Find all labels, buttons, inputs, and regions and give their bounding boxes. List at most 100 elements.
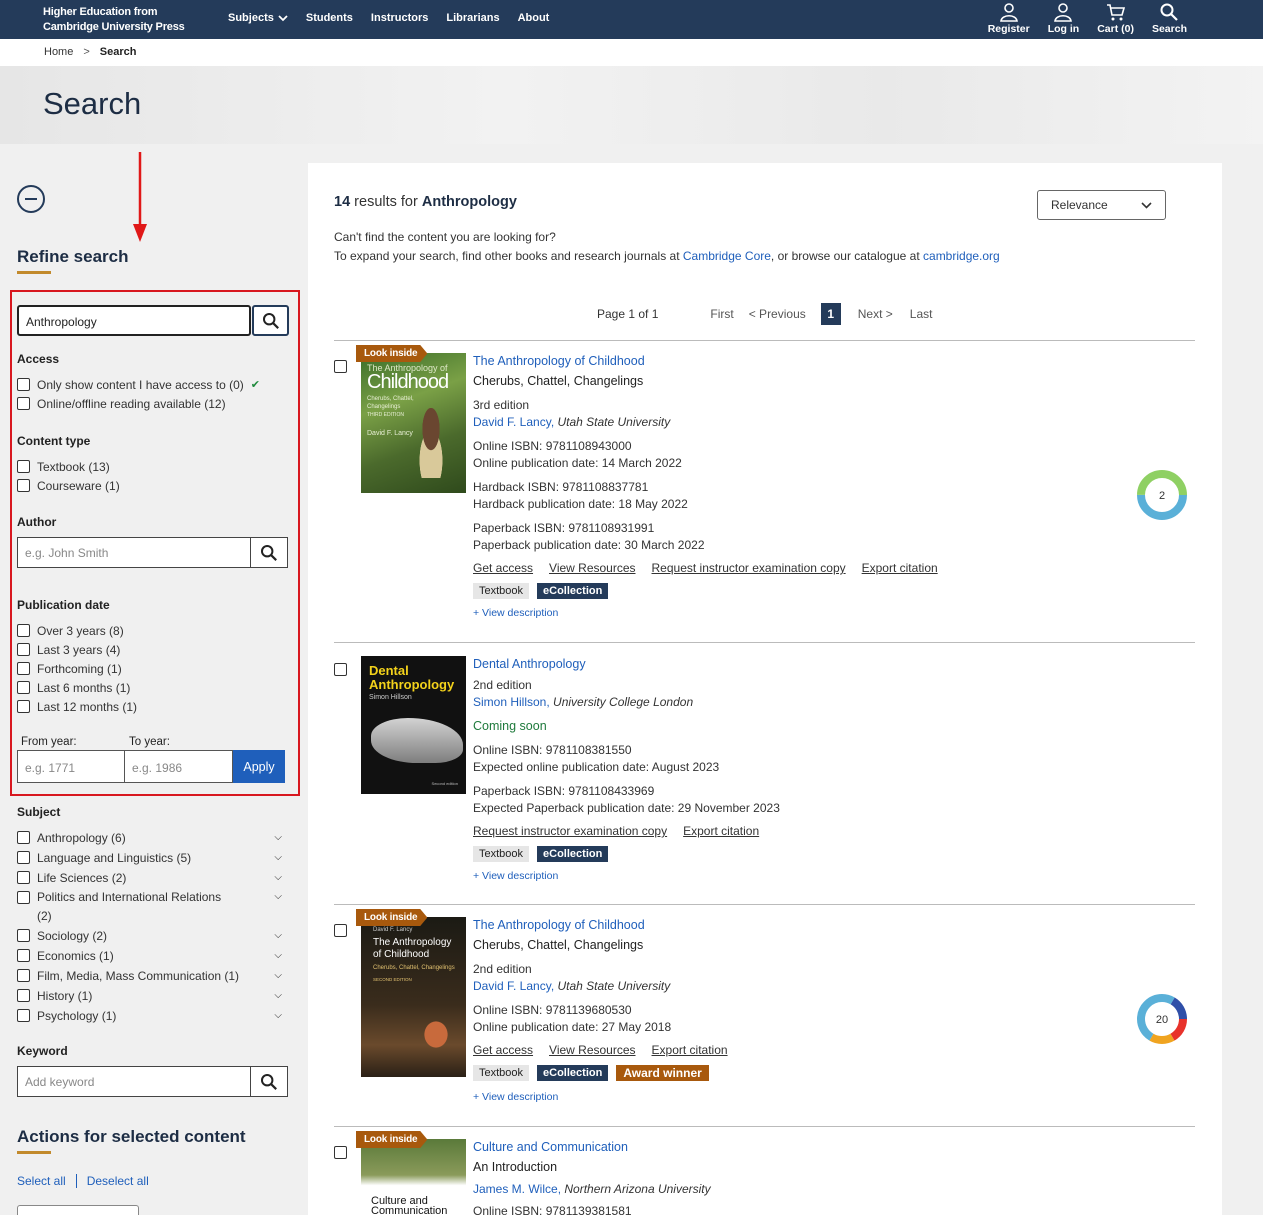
breadcrumb-home[interactable]: Home — [44, 46, 73, 58]
look-inside-badge[interactable]: Look inside — [356, 1131, 428, 1148]
checkbox[interactable] — [17, 681, 30, 694]
get-access-link[interactable]: Get access — [473, 1042, 533, 1059]
result-title[interactable]: The Anthropology of Childhood — [473, 353, 938, 370]
author-search-button[interactable] — [251, 537, 288, 568]
view-description-link[interactable]: + View description — [473, 605, 938, 622]
author-name[interactable]: Simon Hillson — [473, 695, 546, 709]
get-access-link[interactable]: Get access — [473, 560, 533, 577]
chevron-down-icon[interactable]: ⌵ — [274, 930, 282, 941]
author-name[interactable]: David F. Lancy — [473, 415, 551, 429]
cambridge-core-link[interactable]: Cambridge Core — [683, 249, 771, 263]
checkbox[interactable] — [17, 397, 30, 410]
subject-option[interactable]: Politics and International Relations (2) ⌵ — [17, 888, 282, 926]
pubdate-option[interactable]: Last 6 months (1) — [17, 678, 137, 697]
result-title[interactable]: Dental Anthropology — [473, 656, 780, 673]
pubdate-option[interactable]: Over 3 years (8) — [17, 621, 137, 640]
result-author[interactable]: David F. Lancy, Utah State University — [473, 978, 728, 995]
checkbox[interactable] — [17, 968, 30, 982]
checkbox[interactable] — [17, 378, 30, 391]
nav-subjects[interactable]: Subjects — [228, 12, 288, 24]
chevron-down-icon[interactable]: ⌵ — [274, 1010, 282, 1021]
subject-option[interactable]: Film, Media, Mass Communication (1) ⌵ — [17, 966, 282, 985]
view-resources-link[interactable]: View Resources — [549, 1042, 635, 1059]
chevron-down-icon[interactable]: ⌵ — [274, 872, 282, 883]
chevron-down-icon[interactable]: ⌵ — [274, 970, 282, 981]
checkbox[interactable] — [17, 479, 30, 492]
export-citation-link[interactable]: Export citation — [683, 823, 759, 840]
content-type-option[interactable]: Textbook (13) — [17, 457, 120, 476]
author-name[interactable]: David F. Lancy — [473, 979, 551, 993]
checkbox[interactable] — [17, 830, 30, 844]
view-description-link[interactable]: + View description — [473, 868, 780, 885]
pubdate-option[interactable]: Forthcoming (1) — [17, 659, 137, 678]
subject-option[interactable]: Anthropology (6) ⌵ — [17, 828, 282, 847]
pubdate-option[interactable]: Last 3 years (4) — [17, 640, 137, 659]
subject-option[interactable]: Sociology (2) ⌵ — [17, 926, 282, 945]
checkbox[interactable] — [17, 643, 30, 656]
request-exam-copy-link[interactable]: Request instructor examination copy — [473, 823, 667, 840]
apply-year-button[interactable]: Apply — [233, 750, 285, 783]
altmetric-badge[interactable]: 20 — [1135, 992, 1189, 1046]
cart-button[interactable]: Cart (0) — [1097, 2, 1134, 35]
altmetric-badge[interactable]: 2 — [1135, 468, 1189, 522]
select-all-link[interactable]: Select all — [17, 1174, 66, 1188]
content-type-option[interactable]: Courseware (1) — [17, 476, 120, 495]
chevron-down-icon[interactable]: ⌵ — [274, 891, 282, 902]
keyword-search-button[interactable] — [251, 1066, 288, 1097]
refine-search-button[interactable] — [252, 305, 289, 336]
result-author[interactable]: Simon Hillson, University College London — [473, 694, 780, 711]
register-button[interactable]: Register — [988, 2, 1030, 35]
sort-select[interactable]: Relevance — [1037, 190, 1166, 220]
subject-option[interactable]: Language and Linguistics (5) ⌵ — [17, 848, 282, 867]
author-input[interactable]: e.g. John Smith — [17, 537, 251, 568]
result-checkbox[interactable] — [334, 1146, 347, 1159]
checkbox[interactable] — [17, 928, 30, 942]
subject-option[interactable]: Life Sciences (2) ⌵ — [17, 868, 282, 887]
result-checkbox[interactable] — [334, 924, 347, 937]
book-cover[interactable]: Culture and Communication — [361, 1139, 466, 1215]
result-title[interactable]: The Anthropology of Childhood — [473, 917, 728, 934]
nav-about[interactable]: About — [518, 12, 550, 24]
author-name[interactable]: James M. Wilce — [473, 1182, 558, 1196]
checkbox[interactable] — [17, 891, 30, 904]
chevron-down-icon[interactable]: ⌵ — [274, 852, 282, 863]
subject-option[interactable]: Economics (1) ⌵ — [17, 946, 282, 965]
book-cover[interactable]: David F. Lancy The Anthropology of Childh… — [361, 917, 466, 1077]
previous-page-link[interactable]: < Previous — [749, 307, 806, 321]
request-exam-copy-link[interactable]: Request instructor examination copy — [652, 560, 846, 577]
checkbox[interactable] — [17, 700, 30, 713]
nav-instructors[interactable]: Instructors — [371, 12, 428, 24]
checkbox[interactable] — [17, 624, 30, 637]
look-inside-badge[interactable]: Look inside — [356, 909, 428, 926]
chevron-down-icon[interactable]: ⌵ — [274, 950, 282, 961]
header-search-button[interactable]: Search — [1152, 2, 1187, 35]
subject-option[interactable]: Psychology (1) ⌵ — [17, 1006, 282, 1025]
result-title[interactable]: Culture and Communication — [473, 1139, 711, 1156]
chevron-down-icon[interactable]: ⌵ — [274, 832, 282, 843]
look-inside-badge[interactable]: Look inside — [356, 345, 428, 362]
access-option[interactable]: Online/offline reading available (12) — [17, 394, 260, 413]
checkbox[interactable] — [17, 460, 30, 473]
book-cover[interactable]: Dental Anthropology Simon Hillson Second … — [361, 656, 466, 794]
login-button[interactable]: Log in — [1048, 2, 1079, 35]
chevron-down-icon[interactable]: ⌵ — [274, 990, 282, 1001]
result-author[interactable]: David F. Lancy, Utah State University — [473, 414, 938, 431]
result-checkbox[interactable] — [334, 663, 347, 676]
cambridge-org-link[interactable]: cambridge.org — [923, 249, 1000, 263]
checkbox[interactable] — [17, 1008, 30, 1022]
checkbox[interactable] — [17, 850, 30, 864]
pubdate-option[interactable]: Last 12 months (1) — [17, 697, 137, 716]
nav-librarians[interactable]: Librarians — [446, 12, 499, 24]
to-year-input[interactable]: e.g. 1986 — [125, 750, 233, 783]
result-checkbox[interactable] — [334, 360, 347, 373]
current-page[interactable]: 1 — [820, 303, 841, 325]
checkbox[interactable] — [17, 870, 30, 884]
collapse-filters-button[interactable] — [17, 185, 45, 213]
export-citation-link[interactable]: Export citation — [652, 1042, 728, 1059]
subject-option[interactable]: History (1) ⌵ — [17, 986, 282, 1005]
refine-search-input[interactable]: Anthropology — [17, 305, 251, 336]
keyword-input[interactable]: Add keyword — [17, 1066, 251, 1097]
export-citation-link[interactable]: Export citation — [862, 560, 938, 577]
deselect-all-link[interactable]: Deselect all — [87, 1174, 149, 1188]
view-resources-link[interactable]: View Resources — [549, 560, 635, 577]
